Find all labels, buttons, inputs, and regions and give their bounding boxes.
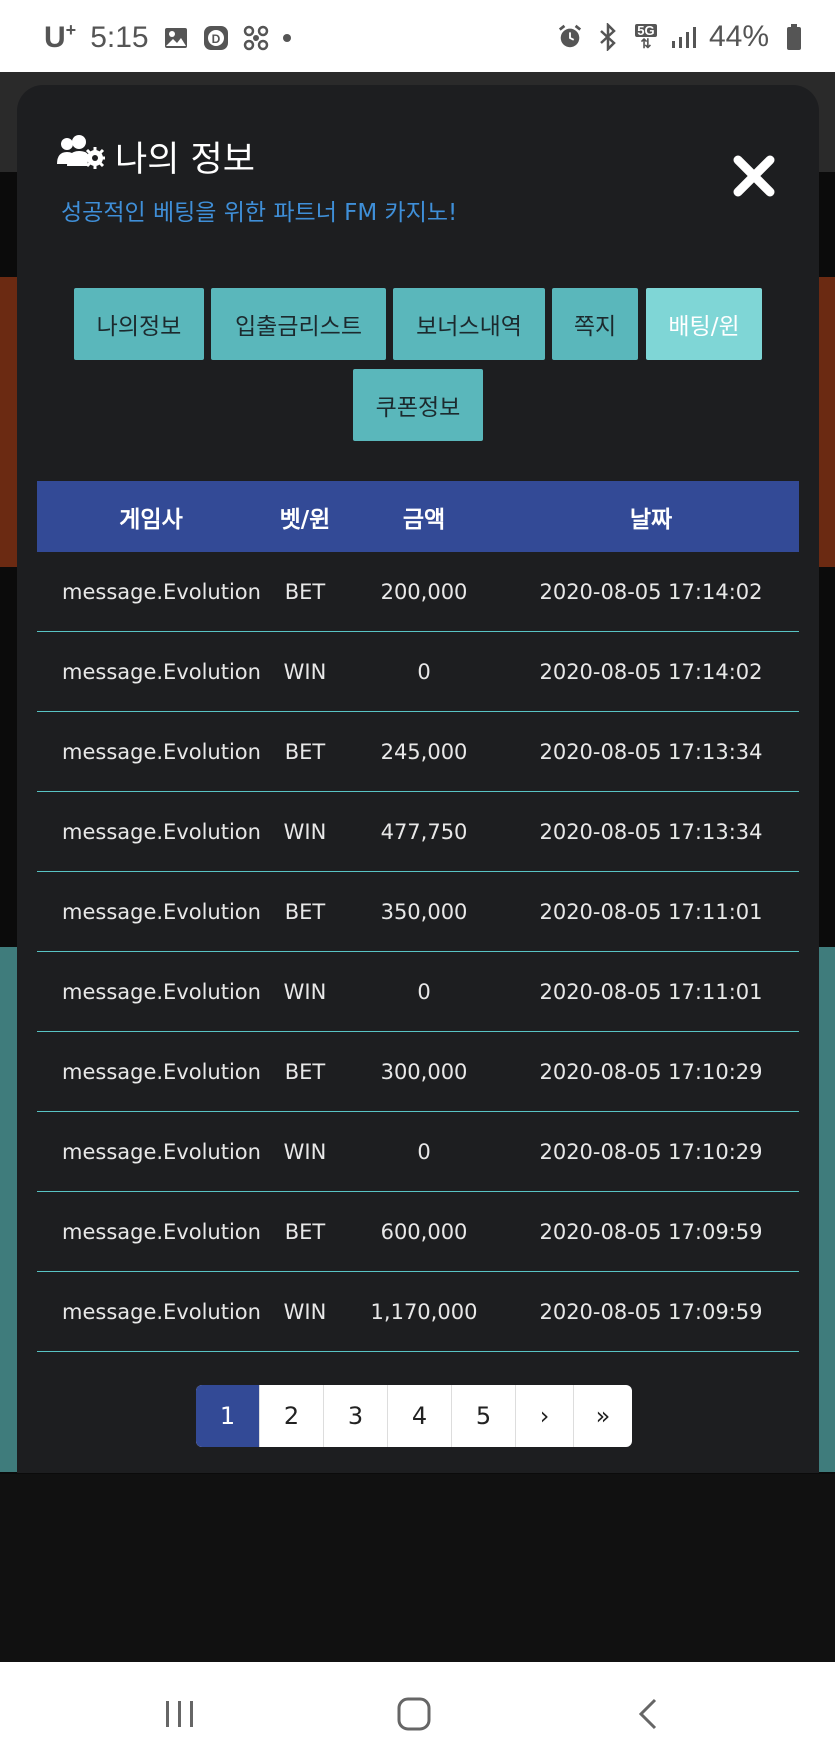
modal-title-text: 나의 정보	[115, 140, 255, 180]
table-row: message.Evolution BET 245,000 2020-08-05 17…	[37, 712, 799, 792]
cell-bet-win: WIN	[283, 979, 327, 1004]
cell-bet-win: BET	[284, 739, 326, 764]
cell-amount: 0	[417, 979, 431, 1004]
table-row: message.Evolution BET 300,000 2020-08-05 17…	[37, 1032, 799, 1112]
recent-apps-button[interactable]	[150, 1684, 210, 1744]
cell-bet-win: WIN	[283, 1139, 327, 1164]
cell-amount: 300,000	[380, 1059, 468, 1084]
cell-bet-win: WIN	[283, 819, 327, 844]
tab-bonus-history[interactable]: 보너스내역	[393, 288, 545, 360]
tab-coupon-info[interactable]: 쿠폰정보	[353, 369, 483, 441]
cell-amount: 600,000	[380, 1219, 468, 1244]
clock: 5:15	[90, 20, 149, 54]
cell-bet-win: BET	[284, 1059, 326, 1084]
cell-game-provider: message.Evolution	[62, 979, 261, 1004]
home-button[interactable]	[384, 1684, 444, 1744]
modal-subtitle: 성공적인 베팅을 위한 파트너 FM 카지노!	[61, 200, 458, 226]
notification-dot-icon	[282, 33, 291, 42]
cell-bet-win: BET	[284, 1219, 326, 1244]
next-page-button[interactable]: ›	[516, 1385, 574, 1447]
column-header-amount: 금액	[402, 506, 446, 533]
cell-bet-win: BET	[284, 579, 326, 604]
cell-game-provider: message.Evolution	[62, 1059, 261, 1084]
cell-date: 2020-08-05 17:13:34	[539, 739, 763, 764]
column-header-bet-win: 벳/윈	[279, 506, 331, 533]
cell-date: 2020-08-05 17:10:29	[539, 1139, 763, 1164]
column-header-date: 날짜	[629, 506, 673, 533]
recent-apps-icon[interactable]	[163, 1699, 197, 1729]
table-row: message.Evolution WIN 0 2020-08-05 17:14:02	[37, 632, 799, 712]
cell-amount: 1,170,000	[370, 1299, 478, 1324]
cell-amount: 350,000	[380, 899, 468, 924]
table-row: message.Evolution BET 350,000 2020-08-05 17…	[37, 872, 799, 952]
cell-game-provider: message.Evolution	[62, 899, 261, 924]
tab-deposit-withdraw-list[interactable]: 입출금리스트	[211, 288, 386, 360]
cell-game-provider: message.Evolution	[62, 1219, 261, 1244]
table-row: message.Evolution WIN 477,750 2020-08-05 17…	[37, 792, 799, 872]
tab-messages[interactable]: 쪽지	[552, 288, 638, 360]
fan-icon	[243, 25, 269, 51]
network-5g-icon: 5G ⇅	[635, 23, 657, 51]
tab-my-info[interactable]: 나의정보	[74, 288, 204, 360]
cell-game-provider: message.Evolution	[62, 1139, 261, 1164]
last-page-button[interactable]: »	[574, 1385, 632, 1447]
page-button-4[interactable]: 4	[388, 1385, 452, 1447]
home-icon[interactable]	[396, 1696, 432, 1732]
battery-percent: 44%	[708, 20, 769, 53]
page-button-3[interactable]: 3	[324, 1385, 388, 1447]
page-button-2[interactable]: 2	[260, 1385, 324, 1447]
close-button[interactable]	[729, 151, 779, 201]
page-button-5[interactable]: 5	[452, 1385, 516, 1447]
column-header-game-provider: 게임사	[119, 506, 183, 533]
my-info-modal: 나의 정보 성공적인 베팅을 위한 파트너 FM 카지노! 나의정보 입출금리스…	[17, 85, 819, 1473]
cell-game-provider: message.Evolution	[62, 819, 261, 844]
svg-text:D: D	[211, 32, 220, 46]
carrier-label: U+	[44, 20, 77, 54]
modal-title: 나의 정보	[57, 131, 255, 182]
cell-date: 2020-08-05 17:11:01	[539, 899, 763, 924]
close-icon[interactable]	[732, 154, 776, 198]
page-button-1[interactable]: 1	[196, 1385, 260, 1447]
pagination: 1 2 3 4 5 › »	[196, 1385, 632, 1447]
cell-date: 2020-08-05 17:14:02	[539, 579, 763, 604]
table-row: message.Evolution WIN 0 2020-08-05 17:10:29	[37, 1112, 799, 1192]
cell-date: 2020-08-05 17:10:29	[539, 1059, 763, 1084]
cell-bet-win: WIN	[283, 659, 327, 684]
cell-game-provider: message.Evolution	[62, 659, 261, 684]
table-body: message.Evolution BET 200,000 2020-08-05 17…	[37, 552, 799, 1352]
cell-amount: 477,750	[380, 819, 468, 844]
cell-date: 2020-08-05 17:13:34	[539, 819, 763, 844]
betting-history-table: 게임사 벳/윈 금액 날짜 message.Evolution BET 200,00…	[37, 481, 799, 1352]
back-button[interactable]	[618, 1684, 678, 1744]
cell-amount: 0	[417, 1139, 431, 1164]
cell-game-provider: message.Evolution	[62, 739, 261, 764]
signal-icon	[671, 24, 697, 50]
cell-amount: 245,000	[380, 739, 468, 764]
navigation-bar	[0, 1662, 835, 1763]
bluetooth-icon	[595, 23, 621, 51]
cell-amount: 200,000	[380, 579, 468, 604]
cell-date: 2020-08-05 17:14:02	[539, 659, 763, 684]
table-row: message.Evolution WIN 0 2020-08-05 17:11:01	[37, 952, 799, 1032]
cell-bet-win: WIN	[283, 1299, 327, 1324]
tab-betting-win[interactable]: 배팅/윈	[646, 288, 762, 360]
battery-icon	[781, 24, 807, 50]
users-gear-icon	[57, 134, 106, 179]
status-bar: U+ 5:15 D 5G ⇅ 44%	[0, 0, 835, 72]
alarm-icon	[557, 24, 583, 50]
cell-game-provider: message.Evolution	[62, 579, 261, 604]
back-icon[interactable]	[636, 1697, 660, 1731]
table-header-row: 게임사 벳/윈 금액 날짜	[37, 481, 799, 552]
cell-date: 2020-08-05 17:11:01	[539, 979, 763, 1004]
gallery-icon	[163, 25, 189, 51]
cell-bet-win: BET	[284, 899, 326, 924]
table-row: message.Evolution BET 200,000 2020-08-05 17…	[37, 552, 799, 632]
table-row: message.Evolution BET 600,000 2020-08-05 17…	[37, 1192, 799, 1272]
d-app-icon: D	[203, 25, 229, 51]
cell-amount: 0	[417, 659, 431, 684]
cell-date: 2020-08-05 17:09:59	[539, 1219, 763, 1244]
cell-game-provider: message.Evolution	[62, 1299, 261, 1324]
table-row: message.Evolution WIN 1,170,000 2020-08-05 …	[37, 1272, 799, 1352]
cell-date: 2020-08-05 17:09:59	[539, 1299, 763, 1324]
